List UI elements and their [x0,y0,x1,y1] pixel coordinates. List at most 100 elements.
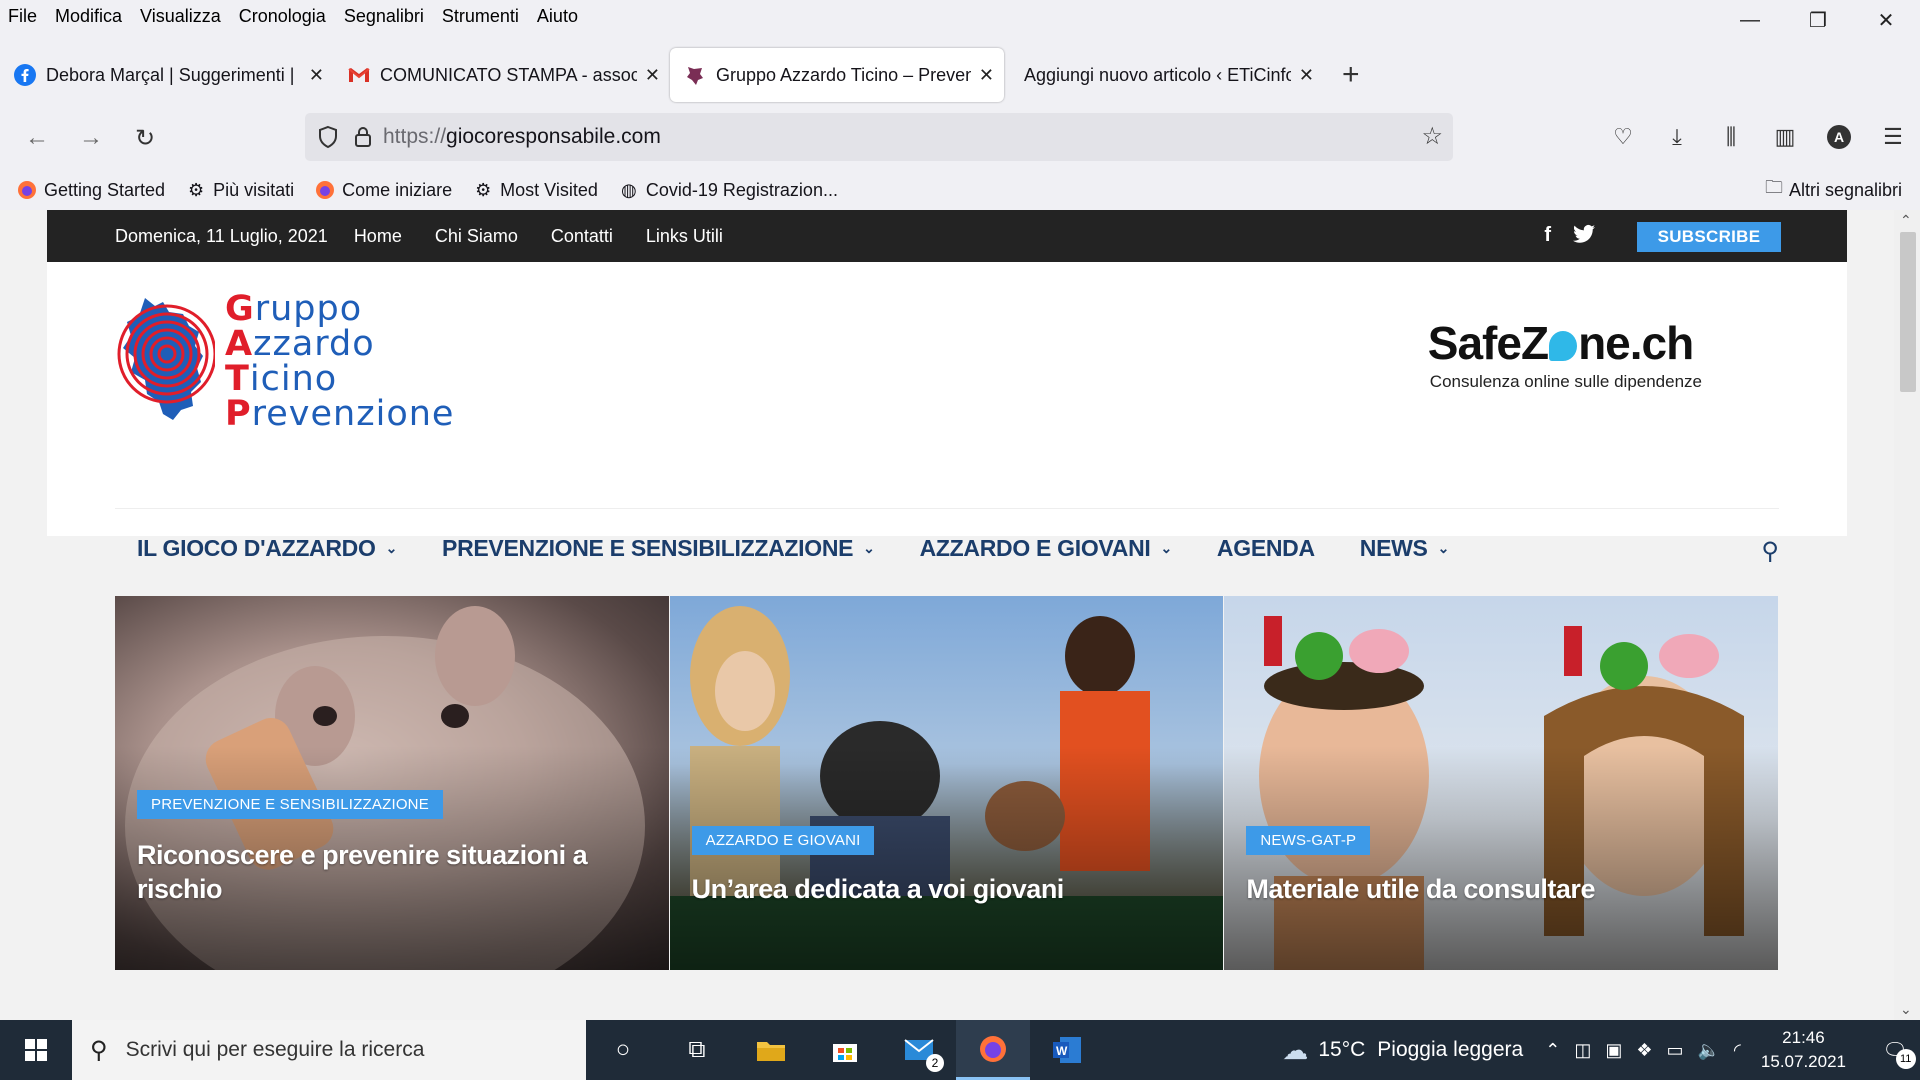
shield-icon[interactable] [317,125,339,149]
search-icon[interactable]: ⚲ [1761,537,1779,566]
nav-gioco-azzardo[interactable]: IL GIOCO D'AZZARDO ⌄ [137,535,397,562]
social-links: f [1544,224,1595,247]
sidebar-icon[interactable]: ▥ [1758,124,1812,150]
safezone-banner[interactable]: SafeZ ne.ch Consulenza online sulle dipen… [1428,316,1702,392]
topbar-link-chi-siamo[interactable]: Chi Siamo [435,226,518,247]
restore-button[interactable]: ❐ [1784,0,1852,40]
firefox-taskbar-icon[interactable] [956,1020,1030,1080]
search-placeholder: Scrivi qui per eseguire la ricerca [125,1038,425,1061]
site-logo[interactable]: Gruppo Azzardo Ticino Prevenzione [115,292,535,432]
menu-segnalibri[interactable]: Segnalibri [335,6,433,27]
word-icon[interactable]: W [1030,1020,1104,1080]
chevron-down-icon: ⌄ [1437,540,1450,556]
post-title[interactable]: Riconoscere e prevenire situazioni a ris… [137,838,647,906]
topbar-link-contatti[interactable]: Contatti [551,226,613,247]
notification-center-icon[interactable]: 🗨 11 [1870,1038,1920,1069]
close-tab-icon[interactable]: ✕ [979,65,994,86]
tray-icons: ⌃ ◫ ▣ ❖ ▭ 🔈 ◜ [1545,1040,1741,1061]
menu-cronologia[interactable]: Cronologia [230,6,335,27]
close-tab-icon[interactable]: ✕ [645,65,660,86]
system-tray: ☁ 15°C Pioggia leggera ⌃ ◫ ▣ ❖ ▭ 🔈 ◜ 21:… [1282,1020,1920,1080]
chevron-up-icon[interactable]: ⌃ [1545,1040,1560,1061]
tab-gruppo-azzardo[interactable]: Gruppo Azzardo Ticino – Preven ✕ [670,48,1004,102]
scrollbar-thumb[interactable] [1900,232,1916,392]
reload-button[interactable]: ↻ [118,116,172,160]
site-topbar: Domenica, 11 Luglio, 2021 Home Chi Siamo… [47,210,1847,262]
account-icon[interactable]: A [1812,125,1866,149]
page-scrollbar[interactable]: ⌃ ⌄ [1894,210,1920,1020]
url-bar[interactable]: https://giocoresponsabile.com ☆ [305,113,1453,161]
search-icon: ⚲ [90,1036,108,1064]
forward-button[interactable]: → [64,116,118,160]
chevron-down-icon: ⌄ [1160,540,1172,556]
category-badge[interactable]: PREVENZIONE E SENSIBILIZZAZIONE [137,790,443,819]
hamburger-menu-icon[interactable]: ☰ [1866,124,1920,150]
volume-icon[interactable]: 🔈 [1698,1040,1720,1061]
gmail-icon [348,68,370,82]
url-text[interactable]: https://giocoresponsabile.com [383,125,661,149]
tab-gmail[interactable]: COMUNICATO STAMPA - associ ✕ [334,48,670,102]
firefox-icon [314,179,336,201]
topbar-link-links-utili[interactable]: Links Utili [646,226,723,247]
toolbar-icons: ♡ ⤓ ⫼ ▥ A ☰ [1596,113,1920,161]
post-title[interactable]: Un’area dedicata a voi giovani [692,872,1202,906]
pocket-icon[interactable]: ♡ [1596,124,1650,150]
lock-icon[interactable] [353,125,373,149]
wifi-icon[interactable]: ◜ [1734,1040,1741,1061]
weather-widget[interactable]: ☁ 15°C Pioggia leggera [1282,1035,1523,1066]
download-icon[interactable]: ⤓ [1650,124,1704,150]
bookmark-piu-visitati[interactable]: ⚙ Più visitati [185,179,294,201]
mail-icon[interactable]: 2 [882,1020,956,1080]
twitter-icon[interactable] [1573,224,1595,244]
nav-azzardo-giovani[interactable]: AZZARDO E GIOVANI ⌄ [920,535,1173,562]
minimize-button[interactable]: — [1716,0,1784,40]
taskbar-search[interactable]: ⚲ Scrivi qui per eseguire la ricerca [72,1020,586,1080]
tab-facebook[interactable]: Debora Marçal | Suggerimenti | ✕ [0,48,334,102]
facebook-social-icon[interactable]: f [1544,224,1551,247]
bookmark-come-iniziare[interactable]: Come iniziare [314,179,452,201]
featured-post-3[interactable]: NEWS-GAT-P Materiale utile da consultare [1224,596,1779,970]
menu-strumenti[interactable]: Strumenti [433,6,528,27]
meet-now-icon[interactable]: ◫ [1574,1040,1591,1061]
bookmark-most-visited[interactable]: ⚙ Most Visited [472,179,598,201]
start-button[interactable] [0,1038,72,1062]
notification-badge: 11 [1895,1048,1916,1069]
tab-title: Debora Marçal | Suggerimenti | [46,64,295,85]
category-badge[interactable]: NEWS-GAT-P [1246,826,1371,855]
bookmark-star-icon[interactable]: ☆ [1421,122,1443,151]
menu-file[interactable]: File [0,6,46,27]
featured-post-1[interactable]: PREVENZIONE E SENSIBILIZZAZIONE Riconosc… [115,596,669,970]
cortana-icon[interactable]: ○ [586,1020,660,1080]
file-explorer-icon[interactable] [734,1020,808,1080]
subscribe-button[interactable]: SUBSCRIBE [1637,222,1781,252]
library-icon[interactable]: ⫼ [1704,124,1758,150]
tab-eticinform[interactable]: Aggiungi nuovo articolo ‹ ETiCinform ✕ [1004,48,1324,102]
bookmark-covid[interactable]: ◍ Covid-19 Registrazion... [618,179,838,201]
post-title[interactable]: Materiale utile da consultare [1246,872,1756,906]
category-badge[interactable]: AZZARDO E GIOVANI [691,826,875,855]
back-button[interactable]: ← [10,116,64,160]
nav-prevenzione[interactable]: PREVENZIONE E SENSIBILIZZAZIONE ⌄ [442,535,875,562]
task-view-icon[interactable]: ⧉ [660,1020,734,1080]
ticino-map-logo-icon [117,298,215,420]
menu-aiuto[interactable]: Aiuto [528,6,587,27]
close-tab-icon[interactable]: ✕ [1299,65,1314,86]
bookmark-other[interactable]: 🗀 Altri segnalibri [1765,174,1902,206]
site-header: Gruppo Azzardo Ticino Prevenzione SafeZ n… [47,262,1847,536]
clock[interactable]: 21:46 15.07.2021 [1761,1026,1846,1074]
featured-post-2[interactable]: AZZARDO E GIOVANI Un’area dedicata a voi… [669,596,1224,970]
close-tab-icon[interactable]: ✕ [309,65,324,86]
app-tray-icon[interactable]: ▣ [1605,1040,1622,1061]
menu-visualizza[interactable]: Visualizza [131,6,230,27]
nav-agenda[interactable]: AGENDA [1217,535,1315,562]
store-icon[interactable] [808,1020,882,1080]
topbar-link-home[interactable]: Home [354,226,402,247]
nav-news[interactable]: NEWS ⌄ [1360,535,1450,562]
dropbox-icon[interactable]: ❖ [1636,1040,1652,1061]
new-tab-button[interactable]: + [1342,58,1360,92]
close-window-button[interactable]: ✕ [1852,0,1920,40]
battery-icon[interactable]: ▭ [1666,1040,1683,1061]
bookmark-getting-started[interactable]: Getting Started [16,179,165,201]
menu-bar: File Modifica Visualizza Cronologia Segn… [0,0,1920,32]
menu-modifica[interactable]: Modifica [46,6,131,27]
